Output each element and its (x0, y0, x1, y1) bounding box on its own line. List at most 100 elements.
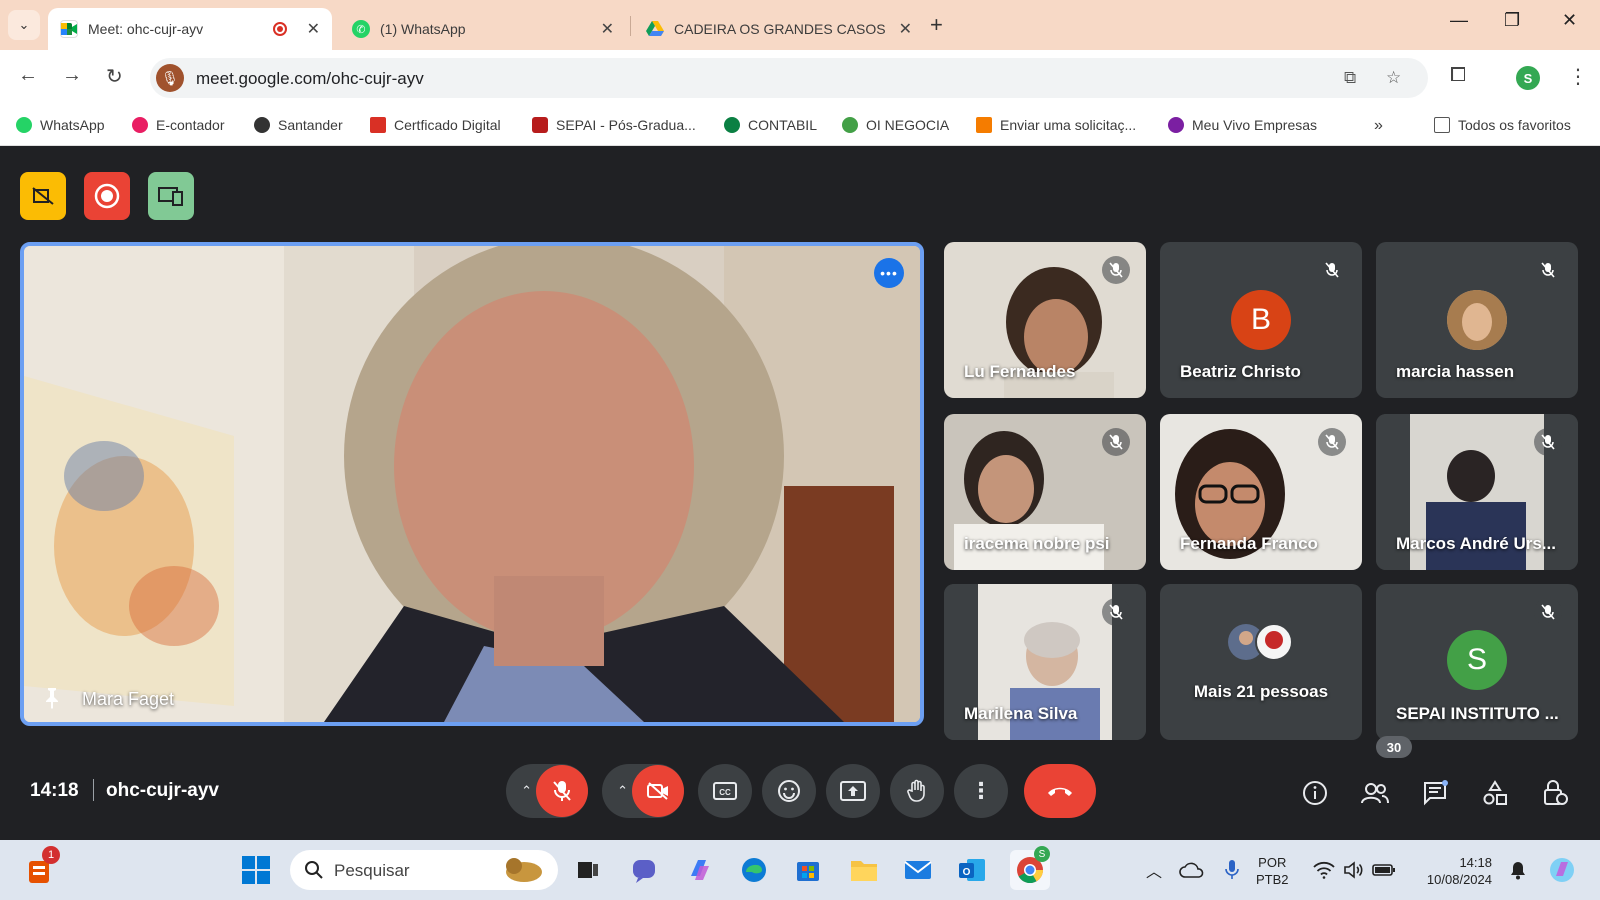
file-explorer-icon[interactable] (846, 852, 882, 888)
more-people-tile[interactable]: Mais 21 pessoas (1160, 584, 1362, 740)
camera-off-icon[interactable] (632, 765, 684, 817)
bookmark-contabil[interactable]: CONTABIL (724, 117, 817, 133)
back-icon[interactable]: ← (18, 64, 38, 87)
mic-off-icon (1534, 256, 1562, 284)
open-in-app-icon[interactable]: ⧉ (1344, 68, 1356, 88)
bookmark-label: WhatsApp (40, 117, 105, 133)
address-bar[interactable]: 🎙 meet.google.com/ohc-cujr-ayv ⧉ ☆ (150, 58, 1428, 98)
participant-tile[interactable]: Lu Fernandes (944, 242, 1146, 398)
bookmark-label: Santander (278, 117, 343, 133)
reactions-button[interactable] (762, 764, 816, 818)
tab-whatsapp[interactable]: ✆ (1) WhatsApp ✕ (340, 8, 626, 50)
participant-tile[interactable]: S SEPAI INSTITUTO ... (1376, 584, 1578, 740)
task-view-icon[interactable] (570, 852, 606, 888)
camera-control[interactable]: ⌃ (602, 764, 684, 818)
hang-up-icon (1048, 787, 1072, 796)
forward-icon[interactable]: → (62, 64, 82, 87)
bookmark-enviar[interactable]: Enviar uma solicitaç... (976, 117, 1136, 133)
store-icon[interactable] (790, 852, 826, 888)
participant-name: Lu Fernandes (964, 362, 1076, 381)
copilot-tray-icon[interactable] (1544, 852, 1580, 888)
microphone-active-icon[interactable]: 🎙 (156, 64, 184, 92)
tab-search-button[interactable]: ⌄ (8, 10, 40, 40)
restore-icon[interactable]: ❐ (1504, 10, 1520, 31)
bookmark-star-icon[interactable]: ☆ (1386, 68, 1401, 88)
new-tab-button[interactable]: + (930, 12, 943, 38)
tab-meet[interactable]: Meet: ohc-cujr-ayv ✕ (48, 8, 332, 50)
bookmark-vivo[interactable]: Meu Vivo Empresas (1168, 117, 1317, 133)
participant-tile[interactable]: Fernanda Franco (1160, 414, 1362, 570)
bookmark-econtador[interactable]: E-contador (132, 117, 224, 133)
mic-off-icon (1102, 428, 1130, 456)
bookmark-certificado[interactable]: Certficado Digital (370, 117, 501, 133)
chevron-up-icon[interactable]: ⌃ (521, 783, 532, 799)
minimize-icon[interactable]: — (1450, 10, 1468, 31)
meeting-details-button[interactable] (1300, 778, 1330, 808)
taskbar-search[interactable]: Pesquisar (290, 850, 558, 890)
bookmarks-overflow-button[interactable]: » (1374, 117, 1383, 135)
people-button[interactable] (1360, 778, 1390, 808)
participant-tile[interactable]: Marcos André Urs... (1376, 414, 1578, 570)
more-options-button[interactable]: ⋮ (954, 764, 1008, 818)
meeting-time: 14:18 (30, 780, 79, 801)
notification-app-icon[interactable]: 1 (22, 846, 60, 888)
present-button[interactable] (826, 764, 880, 818)
no-video-recording-icon[interactable] (20, 172, 66, 220)
recording-icon[interactable] (84, 172, 130, 220)
close-tab-icon[interactable]: ✕ (601, 19, 614, 39)
chrome-icon[interactable]: S (1010, 846, 1050, 890)
close-tab-icon[interactable]: ✕ (307, 19, 320, 39)
outlook-icon[interactable]: O (954, 852, 990, 888)
bookmark-oi-negocia[interactable]: OI NEGOCIA (842, 117, 949, 133)
bookmark-sepai[interactable]: SEPAI - Pós-Gradua... (532, 117, 696, 133)
copilot-icon[interactable] (682, 852, 718, 888)
microphone-icon[interactable] (1214, 852, 1250, 888)
extensions-icon[interactable]: ⧠ (1450, 64, 1466, 87)
menu-kebab-icon[interactable]: ⋮ (1568, 64, 1588, 89)
clock[interactable]: 14:18 10/08/2024 (1412, 854, 1492, 888)
leave-call-button[interactable] (1024, 764, 1096, 818)
chevron-up-icon[interactable]: ︿ (1136, 852, 1172, 888)
search-icon (305, 861, 323, 879)
more-options-icon[interactable]: ••• (874, 258, 904, 288)
mic-off-icon[interactable] (536, 765, 588, 817)
companion-mode-icon[interactable] (148, 172, 194, 220)
participant-tile[interactable]: marcia hassen (1376, 242, 1578, 398)
close-tab-icon[interactable]: ✕ (899, 19, 912, 39)
participant-tile[interactable]: B Beatriz Christo (1160, 242, 1362, 398)
chevron-up-icon[interactable]: ⌃ (617, 783, 628, 799)
teams-chat-icon[interactable] (626, 852, 662, 888)
participant-name: iracema nobre psi (964, 534, 1110, 553)
bookmark-santander[interactable]: Santander (254, 117, 343, 133)
activities-button[interactable] (1480, 778, 1510, 808)
edge-icon[interactable] (736, 852, 772, 888)
main-speaker-tile[interactable]: ••• Mara Faget (20, 242, 924, 726)
tab-google-drive[interactable]: CADEIRA OS GRANDES CASOS ✕ (634, 8, 924, 50)
raise-hand-button[interactable] (890, 764, 944, 818)
participant-tile[interactable]: Marilena Silva (944, 584, 1146, 740)
notification-bell-icon[interactable] (1500, 852, 1536, 888)
oi-icon (842, 117, 858, 133)
captions-button[interactable]: CC (698, 764, 752, 818)
chat-button[interactable] (1420, 778, 1450, 808)
language-code: POR (1258, 855, 1287, 870)
language-indicator[interactable]: POR PTB2 (1256, 854, 1289, 888)
battery-icon[interactable] (1366, 852, 1402, 888)
windows-start-icon[interactable] (238, 852, 274, 888)
pin-icon[interactable] (40, 686, 64, 710)
tab-separator (630, 16, 631, 36)
window-close-icon[interactable]: ✕ (1562, 10, 1577, 31)
all-bookmarks-folder[interactable]: Todos os favoritos (1434, 117, 1571, 133)
avatar: S (1447, 630, 1507, 690)
reload-icon[interactable]: ↻ (106, 64, 123, 89)
host-controls-button[interactable] (1540, 778, 1570, 808)
mail-icon[interactable] (900, 852, 936, 888)
onedrive-icon[interactable] (1174, 852, 1210, 888)
bookmark-whatsapp[interactable]: WhatsApp (16, 117, 105, 133)
participant-tile[interactable]: iracema nobre psi (944, 414, 1146, 570)
participant-name: Marcos André Urs... (1396, 534, 1556, 553)
mic-off-icon (1318, 428, 1346, 456)
mic-control[interactable]: ⌃ (506, 764, 588, 818)
activities-icon (1483, 780, 1507, 805)
profile-avatar[interactable]: S (1516, 66, 1540, 90)
